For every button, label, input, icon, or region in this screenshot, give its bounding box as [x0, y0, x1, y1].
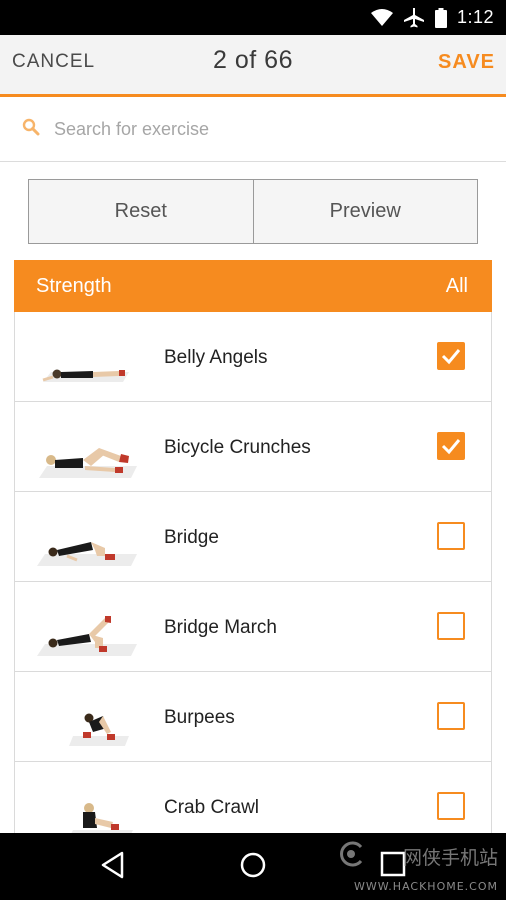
- list-item[interactable]: Bridge: [15, 492, 491, 582]
- exercise-thumbnail: [37, 616, 137, 656]
- exercise-name: Belly Angels: [164, 347, 268, 368]
- watermark-logo: [336, 839, 366, 874]
- category-header: Strength All: [14, 260, 492, 312]
- exercise-checkbox[interactable]: [437, 612, 465, 640]
- clock: 1:12: [456, 7, 494, 27]
- category-title: Strength: [36, 274, 112, 297]
- action-button-group: Reset Preview: [28, 179, 478, 244]
- home-icon[interactable]: [239, 851, 267, 884]
- exercise-list: Belly Angels Bicycle Crunches Bridge Bri…: [14, 312, 492, 833]
- exercise-checkbox[interactable]: [437, 702, 465, 730]
- reset-button[interactable]: Reset: [29, 180, 253, 243]
- search-icon: [22, 118, 40, 141]
- list-item[interactable]: Burpees: [15, 672, 491, 762]
- battery-icon: [434, 7, 447, 28]
- exercise-checkbox[interactable]: [437, 522, 465, 550]
- exercise-name: Bridge: [164, 527, 219, 548]
- exercise-checkbox[interactable]: [437, 432, 465, 460]
- watermark-brand: 网侠手机站: [402, 847, 498, 869]
- list-item[interactable]: Belly Angels: [15, 312, 491, 402]
- exercise-thumbnail: [69, 713, 129, 746]
- list-item[interactable]: Crab Crawl: [15, 762, 491, 833]
- exercise-thumbnail: [71, 803, 133, 833]
- exercise-checkbox[interactable]: [437, 792, 465, 820]
- page-counter: 2 of 66: [213, 46, 293, 74]
- wifi-icon: [370, 8, 393, 27]
- exercise-thumbnail: [37, 542, 137, 566]
- airplane-mode-icon: [403, 7, 425, 28]
- select-all-button[interactable]: All: [446, 275, 468, 298]
- search-bar: [0, 97, 506, 162]
- action-bar: CANCEL 2 of 66 SAVE: [0, 35, 506, 97]
- checkmark-icon: [441, 439, 461, 455]
- back-icon[interactable]: [100, 851, 126, 884]
- status-bar: 1:12: [0, 0, 506, 35]
- exercise-name: Burpees: [164, 707, 235, 728]
- exercise-thumbnail: [39, 448, 137, 478]
- exercise-name: Crab Crawl: [164, 797, 260, 818]
- status-icons: 1:12: [370, 0, 494, 35]
- search-input[interactable]: [52, 114, 472, 144]
- save-button[interactable]: SAVE: [438, 51, 495, 74]
- preview-button[interactable]: Preview: [252, 180, 477, 243]
- exercise-name: Bridge March: [164, 617, 277, 638]
- exercise-name: Bicycle Crunches: [164, 437, 311, 458]
- exercise-checkbox[interactable]: [437, 342, 465, 370]
- list-item[interactable]: Bicycle Crunches: [15, 402, 491, 492]
- exercise-thumbnail: [42, 369, 129, 382]
- checkmark-icon: [441, 349, 461, 365]
- list-item[interactable]: Bridge March: [15, 582, 491, 672]
- watermark-url: WWW.HACKHOME.COM: [353, 880, 498, 893]
- navigation-bar: 网侠手机站 WWW.HACKHOME.COM: [0, 833, 506, 900]
